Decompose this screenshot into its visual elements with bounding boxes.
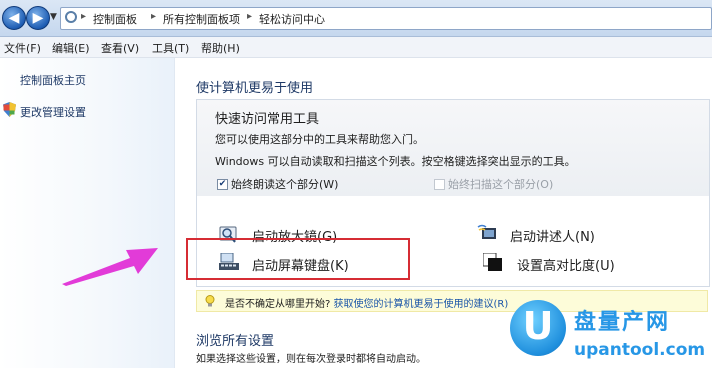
address-bar-area: ◀ ▶ ▼ ▸ 控制面板 ▸ 所有控制面板项 ▸ 轻松访问中心 — [0, 0, 712, 37]
back-button[interactable]: ◀ — [2, 6, 26, 30]
breadcrumb-separator: ▸ — [151, 11, 157, 22]
tip-question: 是否不确定从哪里开始? — [225, 299, 331, 310]
tip-text: 是否不确定从哪里开始? 获取使您的计算机更易于使用的建议(R) — [225, 295, 508, 310]
always-read-label[interactable]: 始终朗读这个部分(W) — [231, 176, 338, 192]
menu-tools[interactable]: 工具(T) — [152, 40, 189, 56]
watermark-brand: 盘量产网 — [574, 310, 671, 335]
breadcrumb-separator: ▸ — [81, 11, 87, 22]
lightbulb-icon — [205, 295, 215, 307]
tools-panel-header: 快速访问常用工具 您可以使用这部分中的工具来帮助您入门。 Windows 可以自… — [197, 100, 709, 196]
set-high-contrast-link[interactable]: 设置高对比度(U) — [517, 255, 615, 274]
sidebar: 控制面板主页 更改管理设置 — [0, 58, 175, 368]
browse-settings-description: 如果选择这些设置，则在每次登录时都将自动启动。 — [196, 354, 426, 365]
menu-view[interactable]: 查看(V) — [101, 40, 139, 56]
shield-icon — [3, 102, 16, 117]
site-watermark: U 盘量产网 upantool.com — [510, 300, 712, 368]
sidebar-admin-settings-link[interactable]: 更改管理设置 — [20, 104, 86, 120]
start-narrator-link[interactable]: 启动讲述人(N) — [510, 226, 595, 245]
always-scan-checkbox[interactable] — [434, 179, 445, 190]
highlight-box — [186, 238, 410, 280]
control-panel-icon — [65, 11, 77, 23]
menu-help[interactable]: 帮助(H) — [201, 40, 240, 56]
history-dropdown-icon[interactable]: ▼ — [50, 12, 57, 22]
breadcrumb-ease-of-access[interactable]: 轻松访问中心 — [259, 11, 325, 27]
pointer-arrow-icon — [62, 248, 158, 286]
narrator-icon[interactable] — [477, 224, 497, 242]
menu-bar: 文件(F) 编辑(E) 查看(V) 工具(T) 帮助(H) — [0, 37, 712, 58]
menu-file[interactable]: 文件(F) — [4, 40, 41, 56]
watermark-domain: upantool.com — [574, 340, 706, 360]
breadcrumb-control-panel[interactable]: 控制面板 — [93, 11, 137, 27]
always-scan-label[interactable]: 始终扫描这个部分(O) — [448, 176, 553, 192]
breadcrumb-all-items[interactable]: 所有控制面板项 — [163, 11, 240, 27]
recommendations-link[interactable]: 获取使您的计算机更易于使用的建议(R) — [334, 299, 509, 310]
tools-panel-description-2: Windows 可以自动读取和扫描这个列表。按空格键选择突出显示的工具。 — [215, 155, 576, 168]
tools-panel-description: 您可以使用这部分中的工具来帮助您入门。 — [215, 133, 424, 146]
address-field[interactable]: ▸ 控制面板 ▸ 所有控制面板项 ▸ 轻松访问中心 — [60, 7, 712, 30]
tools-panel-title: 快速访问常用工具 — [215, 112, 320, 127]
menu-edit[interactable]: 编辑(E) — [52, 40, 90, 56]
always-read-checkbox[interactable]: ✔ — [217, 179, 228, 190]
breadcrumb-separator: ▸ — [247, 11, 253, 22]
high-contrast-icon[interactable] — [483, 253, 503, 271]
forward-button[interactable]: ▶ — [26, 6, 50, 30]
watermark-logo-letter: U — [522, 304, 554, 348]
page-title: 使计算机更易于使用 — [196, 81, 314, 96]
sidebar-home-link[interactable]: 控制面板主页 — [20, 72, 86, 88]
browse-settings-title: 浏览所有设置 — [196, 334, 275, 349]
